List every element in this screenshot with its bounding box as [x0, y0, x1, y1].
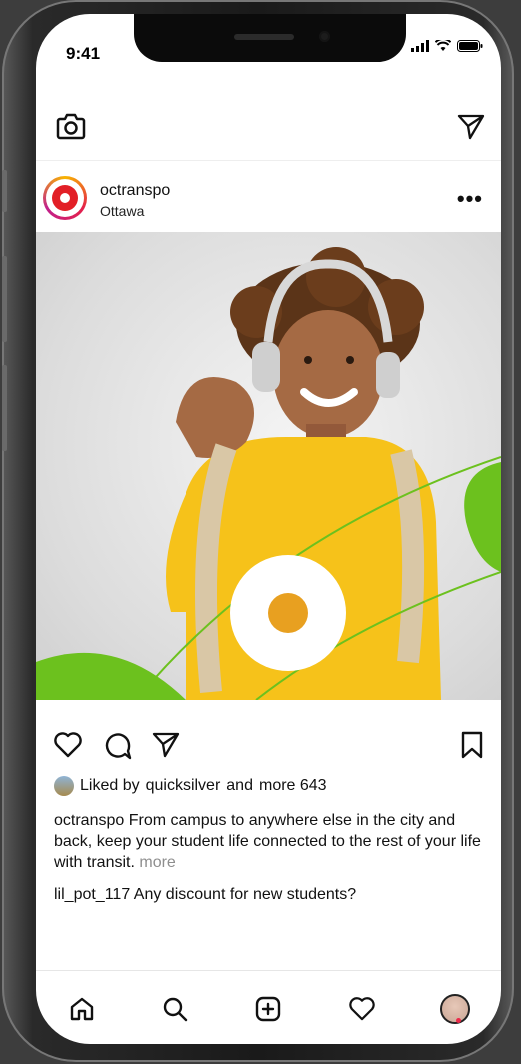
phone-frame: 9:41 octranspo Ottawa ••• Liked by quick… [2, 0, 514, 1062]
volume-down-button [2, 365, 7, 451]
comment: lil_pot_117 Any discount for new student… [54, 886, 356, 904]
liked-by-user[interactable]: quicksilver [146, 777, 221, 795]
volume-up-button [2, 256, 7, 342]
post-actions [36, 718, 501, 768]
post-username[interactable]: octranspo [100, 182, 170, 200]
status-time: 9:41 [66, 44, 101, 63]
post-header: octranspo Ottawa ••• [36, 162, 501, 232]
notification-dot [456, 1018, 461, 1023]
bottom-nav [36, 970, 501, 1044]
bookmark-icon[interactable] [461, 731, 483, 759]
avatar [440, 994, 470, 1024]
home-icon [70, 997, 94, 1021]
heart-icon [349, 997, 375, 1021]
more-options-button[interactable]: ••• [457, 186, 483, 212]
speaker [234, 34, 294, 40]
notch [134, 14, 406, 62]
nav-profile[interactable] [439, 993, 471, 1025]
liked-by-prefix: Liked by [80, 777, 140, 794]
octranspo-avatar[interactable] [43, 176, 87, 220]
liked-by-more[interactable]: more 643 [259, 777, 327, 795]
liker-avatar [54, 776, 74, 796]
paper-plane-icon[interactable] [152, 732, 180, 758]
post-illustration [36, 247, 501, 700]
screen: 9:41 octranspo Ottawa ••• Liked by quick… [36, 14, 501, 1044]
post-caption: octranspo From campus to anywhere else i… [54, 810, 494, 873]
front-camera [319, 31, 330, 42]
comment-bubble-icon[interactable] [104, 732, 132, 760]
nav-home[interactable] [66, 993, 98, 1025]
search-icon [163, 997, 188, 1022]
post-location[interactable]: Ottawa [100, 203, 144, 219]
post-image[interactable] [36, 232, 501, 700]
nav-activity[interactable] [346, 993, 378, 1025]
mute-switch [2, 170, 7, 212]
paper-plane-icon[interactable] [457, 114, 485, 140]
liked-by-and: and [226, 777, 253, 794]
status-icons [411, 40, 483, 52]
avatar-ring [46, 179, 84, 217]
battery-icon [457, 40, 483, 52]
comment-username[interactable]: lil_pot_117 [54, 886, 130, 903]
signal-icon [411, 40, 429, 52]
wifi-icon [435, 40, 451, 51]
nav-search[interactable] [159, 993, 191, 1025]
heart-icon[interactable] [54, 732, 82, 758]
caption-more-link[interactable]: more [139, 854, 175, 871]
octranspo-logo-icon [52, 185, 78, 211]
top-bar [36, 94, 501, 161]
comment-text: Any discount for new students? [133, 886, 357, 903]
plus-square-icon [255, 996, 281, 1022]
camera-icon[interactable] [56, 112, 86, 140]
likes-summary[interactable]: Liked by quicksilver and more 643 [54, 776, 327, 796]
caption-username[interactable]: octranspo [54, 812, 124, 829]
nav-add[interactable] [252, 993, 284, 1025]
